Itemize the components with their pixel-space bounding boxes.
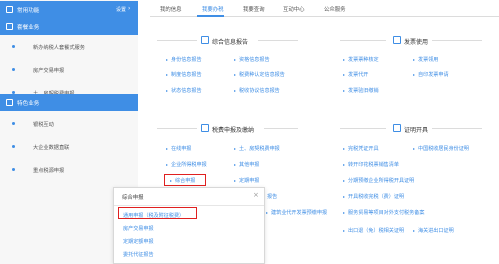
close-icon[interactable]: × [253, 191, 259, 199]
divider [157, 128, 197, 129]
sidebar-item-big-enterprise[interactable]: 大企业数据直联 [0, 136, 138, 159]
invoice-icon [393, 36, 401, 44]
highlight-box [164, 174, 206, 186]
divider [340, 40, 386, 41]
link-online-declare[interactable]: 在线申报 [166, 145, 191, 152]
divider [340, 128, 386, 129]
popup-item-agent-report[interactable]: 委托代征报告 [123, 251, 154, 258]
sidebar-header-featured[interactable]: 特色业务 [0, 94, 138, 111]
section-title-tax-declare: 税费申报及缴纳 [212, 127, 255, 134]
divider [114, 205, 264, 206]
package-icon [6, 23, 13, 30]
certificate-icon [393, 124, 401, 132]
report-icon [201, 36, 209, 44]
sidebar-item-bank-tax[interactable]: 银税互动 [0, 113, 138, 136]
sidebar-header-frequent[interactable]: 常用功能 设置 › [0, 1, 138, 18]
link-stamp-sales[interactable]: 转开印花税票销售清单 [343, 161, 399, 168]
link-payment-cert[interactable]: 开具税收完税（费）证明 [343, 193, 404, 200]
link-land-tax-declare[interactable]: 土、房契税费申报 [234, 145, 280, 152]
link-invoice-agent[interactable]: 发票代开 [343, 71, 368, 78]
link-tax-type-report[interactable]: 税费种认定信息报告 [234, 71, 285, 78]
sidebar-item-key-source[interactable]: 重点税源申报 [0, 159, 138, 182]
featured-icon [6, 99, 13, 106]
popup-title: 综合申报 [122, 195, 144, 201]
section-title-invoice: 发票使用 [404, 39, 429, 46]
link-service-trade[interactable]: 服务贸易等项目对外支付税务备案 [343, 209, 424, 216]
link-invoice-type[interactable]: 发票票种核定 [343, 56, 379, 63]
sidebar-item-label: 新办纳税人套餐式服务 [33, 45, 85, 51]
sidebar-header-label: 特色业务 [17, 101, 40, 107]
chevron-right-icon[interactable]: › [128, 5, 130, 12]
link-status-report[interactable]: 状态信息报告 [166, 87, 202, 94]
bullet-icon [12, 168, 15, 171]
divider [258, 40, 298, 41]
settings-link[interactable]: 设置 [116, 6, 126, 13]
sidebar-item-house-declare[interactable]: 房产交易申报 [0, 59, 138, 82]
link-invoice-claim[interactable]: 发票领用 [413, 56, 438, 63]
link-system-report[interactable]: 制度信息报告 [166, 71, 202, 78]
sidebar-item-new-taxpayer[interactable]: 新办纳税人套餐式服务 [0, 36, 138, 59]
bullet-icon [12, 45, 15, 48]
sidebar-header-label: 常用功能 [17, 8, 40, 14]
section-title-info-report: 综合信息报告 [212, 39, 249, 46]
sidebar-item-label: 重点税源申报 [33, 168, 65, 174]
sidebar-header-package[interactable]: 套餐业务 [0, 18, 138, 35]
link-treaty-report[interactable]: 税收协议信息报告 [234, 87, 280, 94]
link-periodic-declare[interactable]: 定期申报 [234, 177, 259, 184]
star-icon [6, 6, 13, 13]
highlight-box [118, 207, 197, 219]
sidebar-item-label: 大企业数据直联 [33, 145, 70, 151]
popup-item-fixed-declare[interactable]: 定期定额申报 [123, 238, 154, 245]
link-tax-receipt[interactable]: 完税凭证开具 [343, 145, 379, 152]
link-qualification-report[interactable]: 资格信息报告 [234, 56, 270, 63]
sidebar-item-label: 房产交易申报 [33, 68, 65, 74]
link-export-cert[interactable]: 出口退（免）税相关证明 [343, 227, 404, 234]
tab-interaction[interactable]: 互动中心 [283, 5, 305, 13]
divider [432, 40, 482, 41]
popup-item-house-declare[interactable]: 房产交易申报 [123, 225, 154, 232]
tab-public-service[interactable]: 公众服务 [324, 5, 346, 13]
divider [157, 40, 197, 41]
declare-icon [201, 124, 209, 132]
sidebar-header-label: 套餐业务 [17, 25, 40, 31]
link-other-declare[interactable]: 其他申报 [234, 161, 259, 168]
bullet-icon [12, 68, 15, 71]
link-invoice-verify[interactable]: 发票验旧缴销 [343, 87, 379, 94]
link-corporate-tax[interactable]: 企业所得税申报 [166, 161, 207, 168]
comprehensive-declare-popup: 综合申报 × 通用申报（税及附征税费） 房产交易申报 定期定额申报 委托代征报告 [113, 187, 265, 264]
link-customs-cert[interactable]: 海关进出口证明 [413, 227, 454, 234]
section-title-certificate: 证明开具 [404, 127, 429, 134]
link-self-print[interactable]: 自印发票申请 [413, 71, 449, 78]
link-construction-prepay[interactable]: 建筑业代开发票预缴申报 [266, 209, 327, 216]
tab-tax-handling[interactable]: 我要办税 [202, 5, 224, 13]
sidebar-item-label: 银税互动 [33, 122, 54, 128]
active-tab-indicator [197, 15, 224, 17]
tab-my-info[interactable]: 我的信息 [160, 5, 182, 13]
link-installment-cert[interactable]: 分期预缴企业所得税开具证明 [343, 177, 414, 184]
divider [264, 128, 298, 129]
divider [432, 128, 482, 129]
link-identity-report[interactable]: 身份信息报告 [166, 56, 202, 63]
tab-query[interactable]: 我要查询 [243, 5, 265, 13]
bullet-icon [12, 145, 15, 148]
link-tax-resident[interactable]: 中国税收居民身份证明 [413, 145, 469, 152]
bullet-icon [12, 122, 15, 125]
